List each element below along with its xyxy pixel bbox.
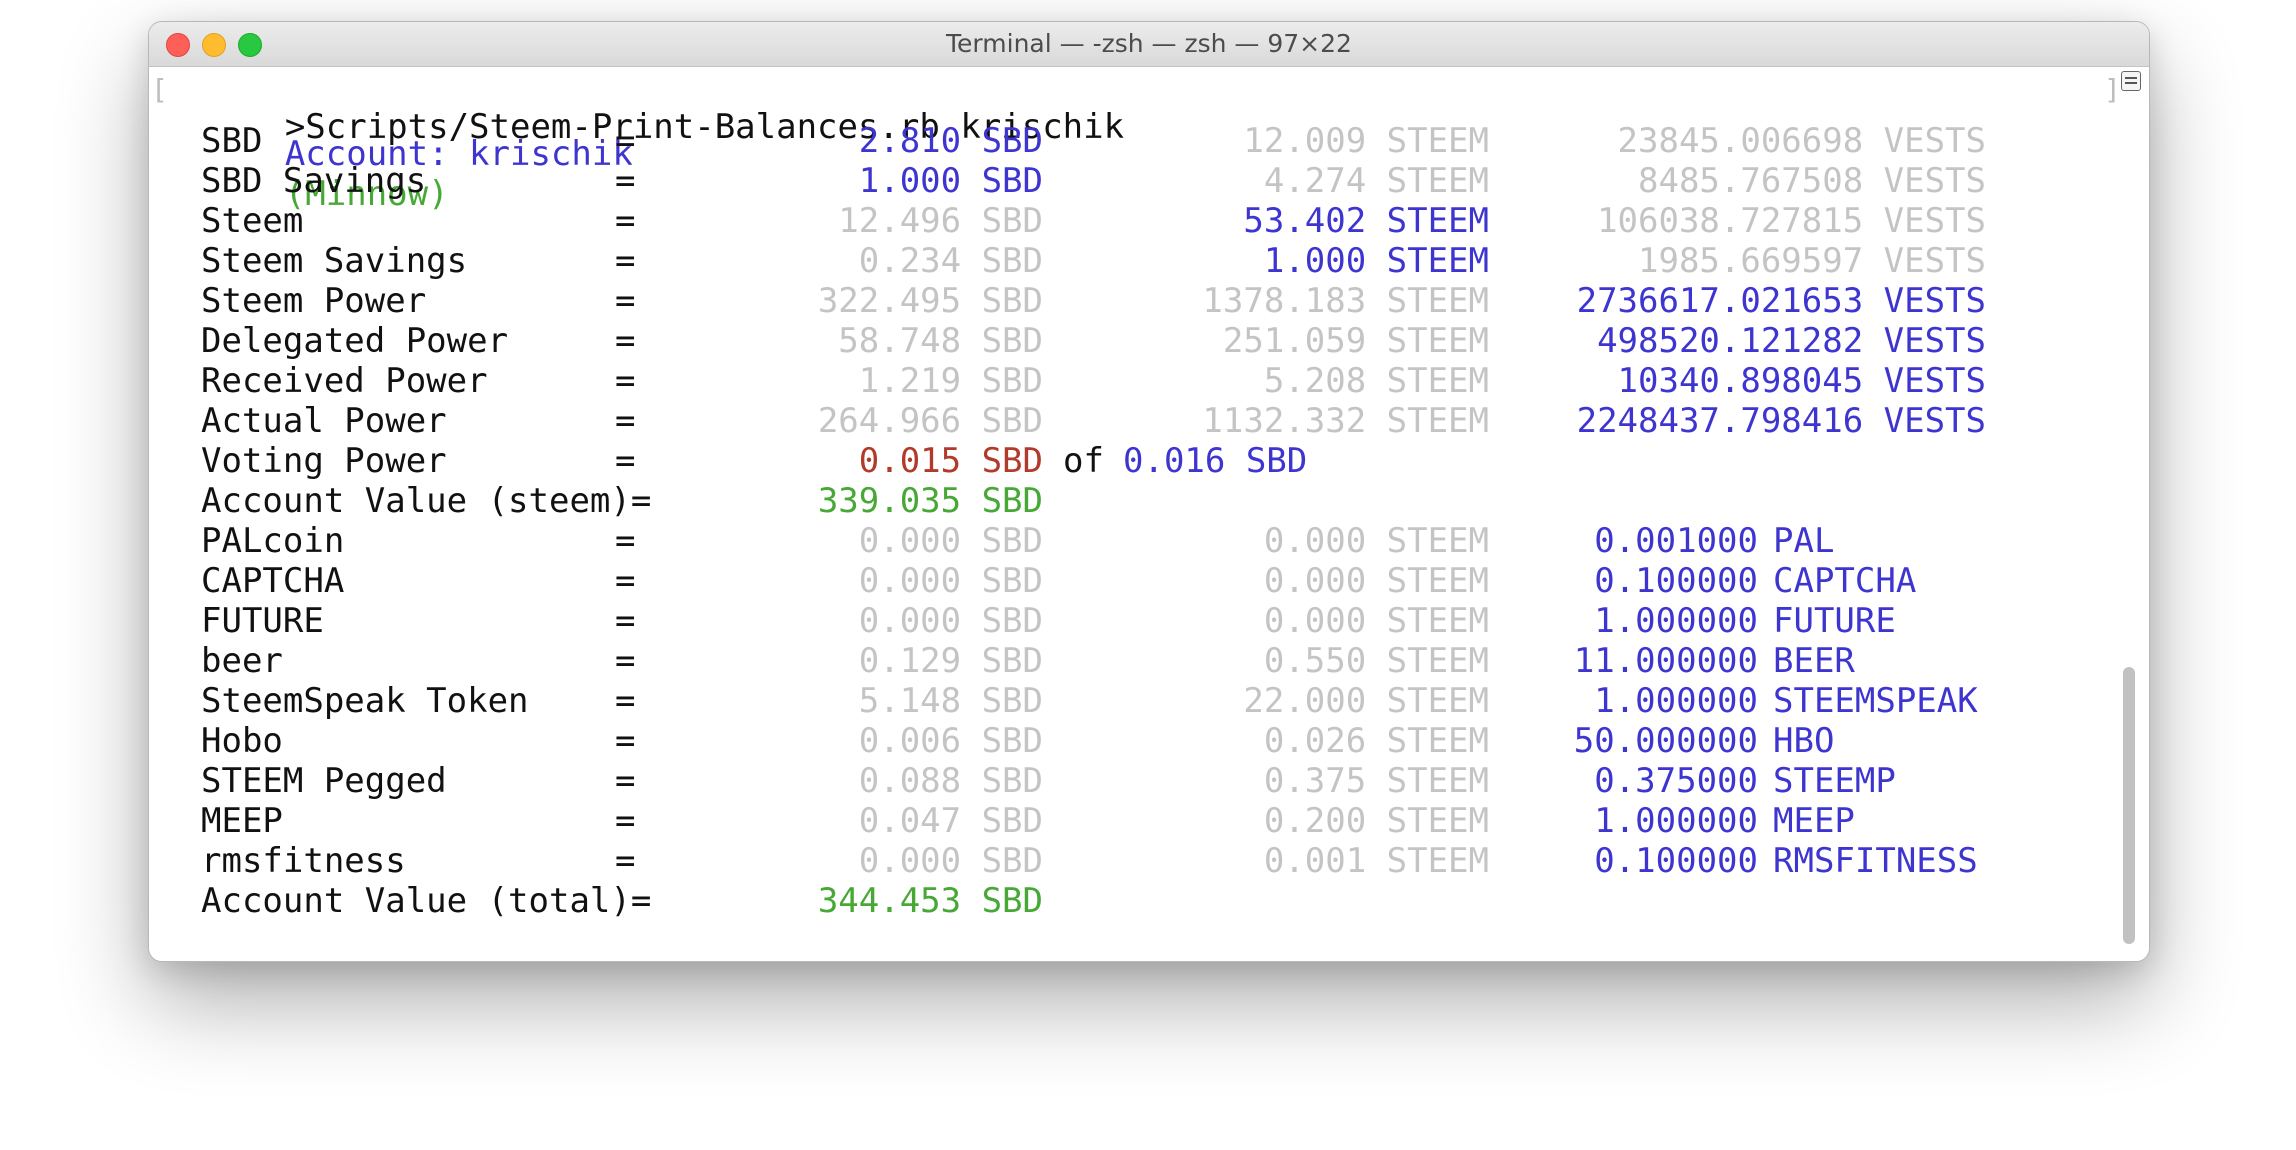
account-value-steem-row: Account Value (steem)= 339.035 SBD xyxy=(149,481,2109,521)
vests-value: 2736617.021653 VESTS xyxy=(1576,281,1986,321)
token-unit: PAL xyxy=(1773,521,1835,561)
token-number: 0.001000 xyxy=(1594,521,1758,561)
token-number: 1.000000 xyxy=(1594,681,1758,721)
token-amount: 0.100000 RMSFITNESS xyxy=(149,841,2109,881)
token-row: FUTURE = 0.000 SBD 0.000 STEEM 1.000000 FUTUR… xyxy=(149,601,2109,641)
balance-row: Actual Power = 264.966 SBD 1132.332 STEEM 22… xyxy=(149,401,2109,441)
title-bar[interactable]: Terminal — -zsh — zsh — 97×22 xyxy=(149,22,2149,67)
vests-value: 10340.898045 VESTS xyxy=(1617,361,1986,401)
balance-row: SBD = 2.810 SBD 12.009 STEEM 23845.006698 VE… xyxy=(149,121,2109,161)
token-row: beer = 0.129 SBD 0.550 STEEM 11.000000 BEER xyxy=(149,641,2109,681)
account-value-total: 344.453 SBD xyxy=(817,881,1043,921)
voting-of: of xyxy=(1063,441,1104,481)
menu-icon[interactable] xyxy=(2121,71,2141,91)
account-value-steem: 339.035 SBD xyxy=(817,481,1043,521)
token-amount: 50.000000 HBO xyxy=(149,721,2109,761)
terminal-content[interactable]: [ ] >Scripts/Steem-Print-Balances.rb kri… xyxy=(149,67,2149,961)
token-row: CAPTCHA = 0.000 SBD 0.000 STEEM 0.100000 CAPT… xyxy=(149,561,2109,601)
token-row: MEEP = 0.047 SBD 0.200 STEEM 1.000000 MEEP xyxy=(149,801,2109,841)
token-unit: BEER xyxy=(1773,641,1855,681)
token-row: PALcoin = 0.000 SBD 0.000 STEEM 0.001000 PAL xyxy=(149,521,2109,561)
token-unit: STEEMSPEAK xyxy=(1773,681,1978,721)
vests-value: 498520.121282 VESTS xyxy=(1597,321,1986,361)
token-amount: 1.000000 STEEMSPEAK xyxy=(149,681,2109,721)
token-row: Hobo = 0.006 SBD 0.026 STEEM 50.000000 HBO xyxy=(149,721,2109,761)
balance-row: SBD Savings = 1.000 SBD 4.274 STEEM 8485.767… xyxy=(149,161,2109,201)
vertical-scrollbar[interactable] xyxy=(2123,667,2135,944)
token-row: SteemSpeak Token = 5.148 SBD 22.000 STEEM 1.… xyxy=(149,681,2109,721)
token-number: 11.000000 xyxy=(1573,641,1758,681)
token-amount: 0.001000 PAL xyxy=(149,521,2109,561)
balance-row: Steem Power = 322.495 SBD 1378.183 STEEM 273… xyxy=(149,281,2109,321)
voting-power-max: 0.016 SBD xyxy=(1123,441,1308,481)
token-amount: 11.000000 BEER xyxy=(149,641,2109,681)
balance-row: Delegated Power = 58.748 SBD 251.059 STEEM 4… xyxy=(149,321,2109,361)
terminal-window: Terminal — -zsh — zsh — 97×22 [ ] >Scrip… xyxy=(148,21,2150,962)
balance-row: Steem = 12.496 SBD 53.402 STEEM 106038.72781… xyxy=(149,201,2109,241)
token-unit: RMSFITNESS xyxy=(1773,841,1978,881)
token-row: rmsfitness = 0.000 SBD 0.001 STEEM 0.100000 R… xyxy=(149,841,2109,881)
vests-value: 23845.006698 VESTS xyxy=(1617,121,1986,161)
token-amount: 0.100000 CAPTCHA xyxy=(149,561,2109,601)
token-unit: MEEP xyxy=(1773,801,1855,841)
token-unit: FUTURE xyxy=(1773,601,1896,641)
window-title: Terminal — -zsh — zsh — 97×22 xyxy=(946,29,1352,58)
token-amount: 1.000000 MEEP xyxy=(149,801,2109,841)
token-row: STEEM Pegged = 0.088 SBD 0.375 STEEM 0.37500… xyxy=(149,761,2109,801)
voting-power-row: Voting Power = 0.015 SBD of 0.016 SBD xyxy=(149,441,2109,481)
balance-row: Steem Savings = 0.234 SBD 1.000 STEEM 1985.6… xyxy=(149,241,2109,281)
account-value-total-row: Account Value (total)= 344.453 SBD xyxy=(149,881,2109,921)
voting-power-value: 0.015 SBD xyxy=(858,441,1043,481)
bracket-mark-right: ] xyxy=(2104,73,2121,106)
token-unit: HBO xyxy=(1773,721,1835,761)
token-unit: STEEMP xyxy=(1773,761,1896,801)
token-amount: 1.000000 FUTURE xyxy=(149,601,2109,641)
token-number: 1.000000 xyxy=(1594,601,1758,641)
token-unit: CAPTCHA xyxy=(1773,561,1917,601)
vests-value: 2248437.798416 VESTS xyxy=(1576,401,1986,441)
token-number: 0.100000 xyxy=(1594,841,1758,881)
token-amount: 0.375000 STEEMP xyxy=(149,761,2109,801)
vests-value: 106038.727815 VESTS xyxy=(1597,201,1986,241)
balance-row: Received Power = 1.219 SBD 5.208 STEEM 10340… xyxy=(149,361,2109,401)
token-number: 1.000000 xyxy=(1594,801,1758,841)
token-number: 0.100000 xyxy=(1594,561,1758,601)
token-number: 50.000000 xyxy=(1573,721,1758,761)
vests-value: 8485.767508 VESTS xyxy=(1638,161,1986,201)
vests-value: 1985.669597 VESTS xyxy=(1638,241,1986,281)
token-number: 0.375000 xyxy=(1594,761,1758,801)
